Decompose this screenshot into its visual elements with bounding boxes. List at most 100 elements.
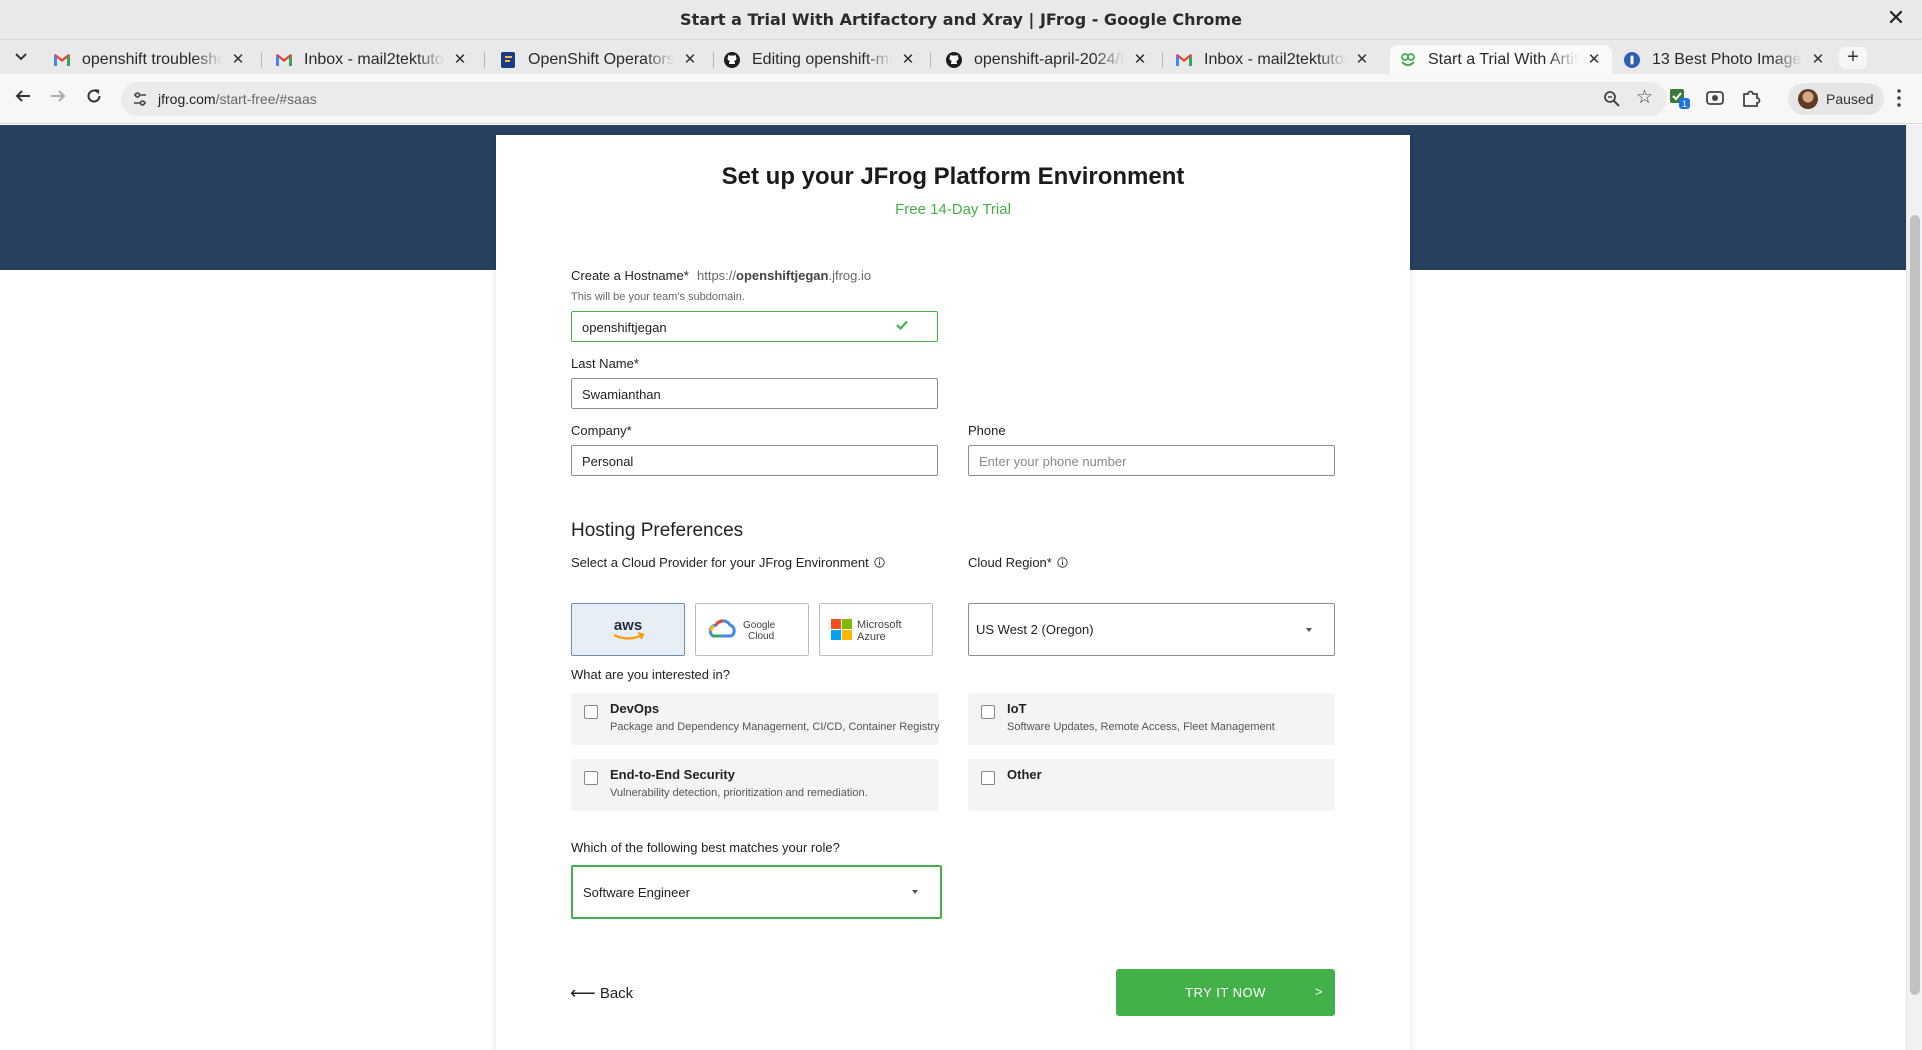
role-select[interactable]: Software Engineer bbox=[571, 865, 942, 919]
cloud-region-label-text: Cloud Region* bbox=[968, 555, 1052, 570]
iot-checkbox[interactable] bbox=[981, 705, 995, 719]
page-scrollbar[interactable] bbox=[1906, 125, 1922, 1050]
profile-status: Paused bbox=[1826, 91, 1874, 107]
tab-photo-editors[interactable]: 13 Best Photo Image Editors ✕ bbox=[1614, 45, 1836, 74]
kebab-menu-icon[interactable] bbox=[1894, 88, 1904, 108]
provider-google-line1: Google bbox=[743, 620, 776, 631]
provider-azure-button[interactable]: Microsoft Azure bbox=[819, 603, 933, 656]
reload-icon bbox=[87, 89, 101, 103]
tab-search-button[interactable] bbox=[10, 46, 32, 68]
arrow-right-icon bbox=[51, 90, 66, 102]
info-icon[interactable] bbox=[874, 557, 886, 568]
provider-aws-text: aws bbox=[614, 617, 642, 634]
forward-nav-button[interactable] bbox=[46, 86, 70, 110]
tab-github-openshift-april[interactable]: openshift-april-2024/D ✕ bbox=[936, 45, 1158, 74]
info-icon[interactable] bbox=[1057, 557, 1069, 568]
chevron-down-icon bbox=[15, 53, 27, 61]
interests-label: What are you interested in? bbox=[571, 667, 730, 682]
gmail-icon bbox=[1176, 52, 1192, 68]
chevron-down-icon bbox=[912, 890, 918, 894]
interest-option-other[interactable]: Other bbox=[968, 759, 1335, 811]
back-nav-button[interactable] bbox=[11, 86, 35, 110]
cloud-provider-label: Select a Cloud Provider for your JFrog E… bbox=[571, 555, 886, 570]
option-title: IoT bbox=[1007, 701, 1027, 716]
provider-azure-line1: Microsoft bbox=[857, 619, 902, 631]
close-icon[interactable]: ✕ bbox=[450, 50, 470, 70]
option-desc: Package and Dependency Management, CI/CD… bbox=[610, 721, 940, 733]
close-icon[interactable]: ✕ bbox=[1808, 50, 1828, 70]
tab-strip: openshift troubleshooting ✕ Inbox - mail… bbox=[0, 40, 1922, 74]
tab-label: Inbox - mail2tektutor@gmail.com bbox=[1204, 50, 1346, 68]
option-desc: Software Updates, Remote Access, Fleet M… bbox=[1007, 721, 1275, 733]
close-icon[interactable]: ✕ bbox=[1584, 50, 1604, 70]
last-name-value: Swamianthan bbox=[582, 387, 661, 402]
cloud-region-value: US West 2 (Oregon) bbox=[976, 622, 1094, 637]
new-tab-button[interactable]: + bbox=[1839, 47, 1867, 69]
reload-button[interactable] bbox=[82, 86, 106, 110]
url-text[interactable]: jfrog.com/start-free/#saas bbox=[158, 91, 317, 107]
extension-tasks-button[interactable]: 1 bbox=[1668, 87, 1690, 109]
address-bar[interactable]: jfrog.com/start-free/#saas ☆ bbox=[121, 82, 1667, 116]
hostname-preview-suffix: .jfrog.io bbox=[828, 268, 872, 283]
window-title: Start a Trial With Artifactory and Xray … bbox=[680, 10, 1242, 29]
company-label: Company* bbox=[571, 423, 632, 438]
cloud-region-select[interactable]: US West 2 (Oregon) bbox=[968, 603, 1335, 656]
role-label: Which of the following best matches your… bbox=[571, 840, 840, 855]
last-name-label: Last Name* bbox=[571, 356, 639, 371]
role-value: Software Engineer bbox=[583, 884, 690, 900]
last-name-input[interactable]: Swamianthan bbox=[571, 378, 938, 409]
jfrog-icon bbox=[1400, 52, 1416, 68]
url-host: jfrog.com bbox=[158, 91, 216, 107]
tab-label: 13 Best Photo Image Editors bbox=[1652, 50, 1802, 68]
extension-button[interactable] bbox=[1704, 87, 1726, 109]
tab-gmail-troubleshooting[interactable]: openshift troubleshooting ✕ bbox=[44, 45, 256, 74]
scrollbar-thumb[interactable] bbox=[1910, 215, 1920, 995]
zoom-icon[interactable] bbox=[1603, 90, 1621, 108]
interest-option-devops[interactable]: DevOps Package and Dependency Management… bbox=[571, 693, 940, 745]
close-icon[interactable]: ✕ bbox=[898, 50, 918, 70]
site-info-icon[interactable] bbox=[131, 90, 149, 108]
close-icon[interactable]: ✕ bbox=[228, 50, 248, 70]
cloud-provider-label-text: Select a Cloud Provider for your JFrog E… bbox=[571, 555, 869, 570]
close-icon[interactable]: ✕ bbox=[1352, 50, 1372, 70]
plus-icon: + bbox=[1847, 46, 1859, 68]
other-checkbox[interactable] bbox=[981, 771, 995, 785]
hostname-label: Create a Hostname* bbox=[571, 268, 689, 283]
window-titlebar: Start a Trial With Artifactory and Xray … bbox=[0, 0, 1922, 40]
tab-gmail-inbox[interactable]: Inbox - mail2tektutor@gmail.com ✕ bbox=[266, 45, 478, 74]
window-close-button[interactable]: ✕ bbox=[1884, 6, 1908, 30]
extensions-menu-button[interactable] bbox=[1740, 87, 1762, 109]
interest-option-security[interactable]: End-to-End Security Vulnerability detect… bbox=[571, 759, 938, 811]
back-button[interactable]: ⟵ Back bbox=[570, 984, 633, 1002]
tab-gmail-inbox-2[interactable]: Inbox - mail2tektutor@gmail.com ✕ bbox=[1166, 45, 1380, 74]
phone-input[interactable]: Enter your phone number bbox=[968, 445, 1335, 476]
interest-option-iot[interactable]: IoT Software Updates, Remote Access, Fle… bbox=[968, 693, 1335, 745]
security-checkbox[interactable] bbox=[584, 771, 598, 785]
openshift-doc-icon bbox=[500, 51, 516, 68]
tab-label: Inbox - mail2tektutor@gmail.com bbox=[304, 50, 444, 68]
provider-aws-button[interactable]: aws bbox=[571, 603, 685, 656]
close-icon[interactable]: ✕ bbox=[680, 50, 700, 70]
devops-checkbox[interactable] bbox=[584, 705, 598, 719]
tab-label: openshift troubleshooting bbox=[82, 50, 222, 68]
provider-google-cloud-button[interactable]: Google Cloud bbox=[695, 603, 809, 656]
provider-azure-line2: Azure bbox=[857, 631, 886, 643]
bookmark-star-icon[interactable]: ☆ bbox=[1636, 88, 1653, 108]
hostname-input[interactable]: openshiftjegan bbox=[571, 311, 938, 342]
tab-jfrog-trial[interactable]: Start a Trial With Artifactory ✕ bbox=[1390, 45, 1612, 74]
tab-label: Editing openshift-may- bbox=[752, 50, 892, 68]
company-input[interactable]: Personal bbox=[571, 445, 938, 476]
try-it-now-button[interactable]: TRY IT NOW > bbox=[1116, 969, 1335, 1016]
hosting-heading: Hosting Preferences bbox=[571, 520, 744, 541]
avatar bbox=[1798, 89, 1818, 109]
tab-label: openshift-april-2024/D bbox=[974, 50, 1124, 68]
provider-google-line2: Cloud bbox=[748, 631, 774, 642]
close-icon[interactable]: ✕ bbox=[1130, 50, 1150, 70]
github-icon bbox=[946, 51, 962, 68]
tab-github-editing[interactable]: Editing openshift-may- ✕ bbox=[714, 45, 926, 74]
tab-openshift-operators[interactable]: OpenShift Operators: T ✕ bbox=[490, 45, 708, 74]
microsoft-azure-logo-icon: Microsoft Azure bbox=[831, 618, 902, 643]
profile-button[interactable]: Paused bbox=[1788, 83, 1884, 115]
tab-label: Start a Trial With Artifactory bbox=[1428, 50, 1578, 68]
gmail-icon bbox=[276, 52, 292, 68]
